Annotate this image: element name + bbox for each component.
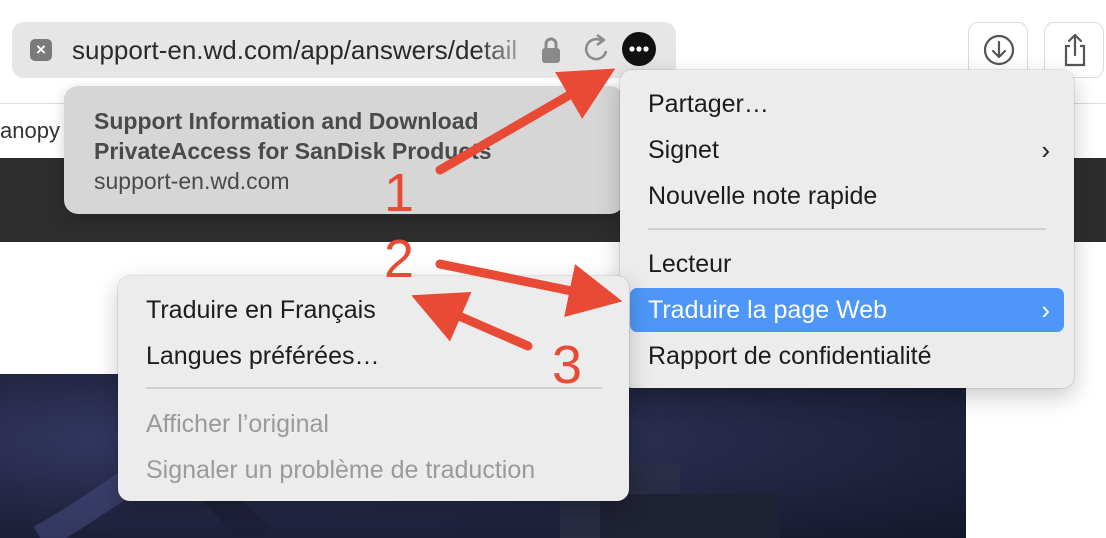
arrow-1 xyxy=(435,68,616,175)
arrow-3 xyxy=(411,292,533,351)
annotation-number-2: 2 xyxy=(384,229,415,289)
annotation-number-3: 3 xyxy=(552,335,583,395)
annotation-arrows xyxy=(411,68,623,351)
annotation-number-1: 1 xyxy=(384,163,415,223)
arrow-2 xyxy=(435,259,623,318)
